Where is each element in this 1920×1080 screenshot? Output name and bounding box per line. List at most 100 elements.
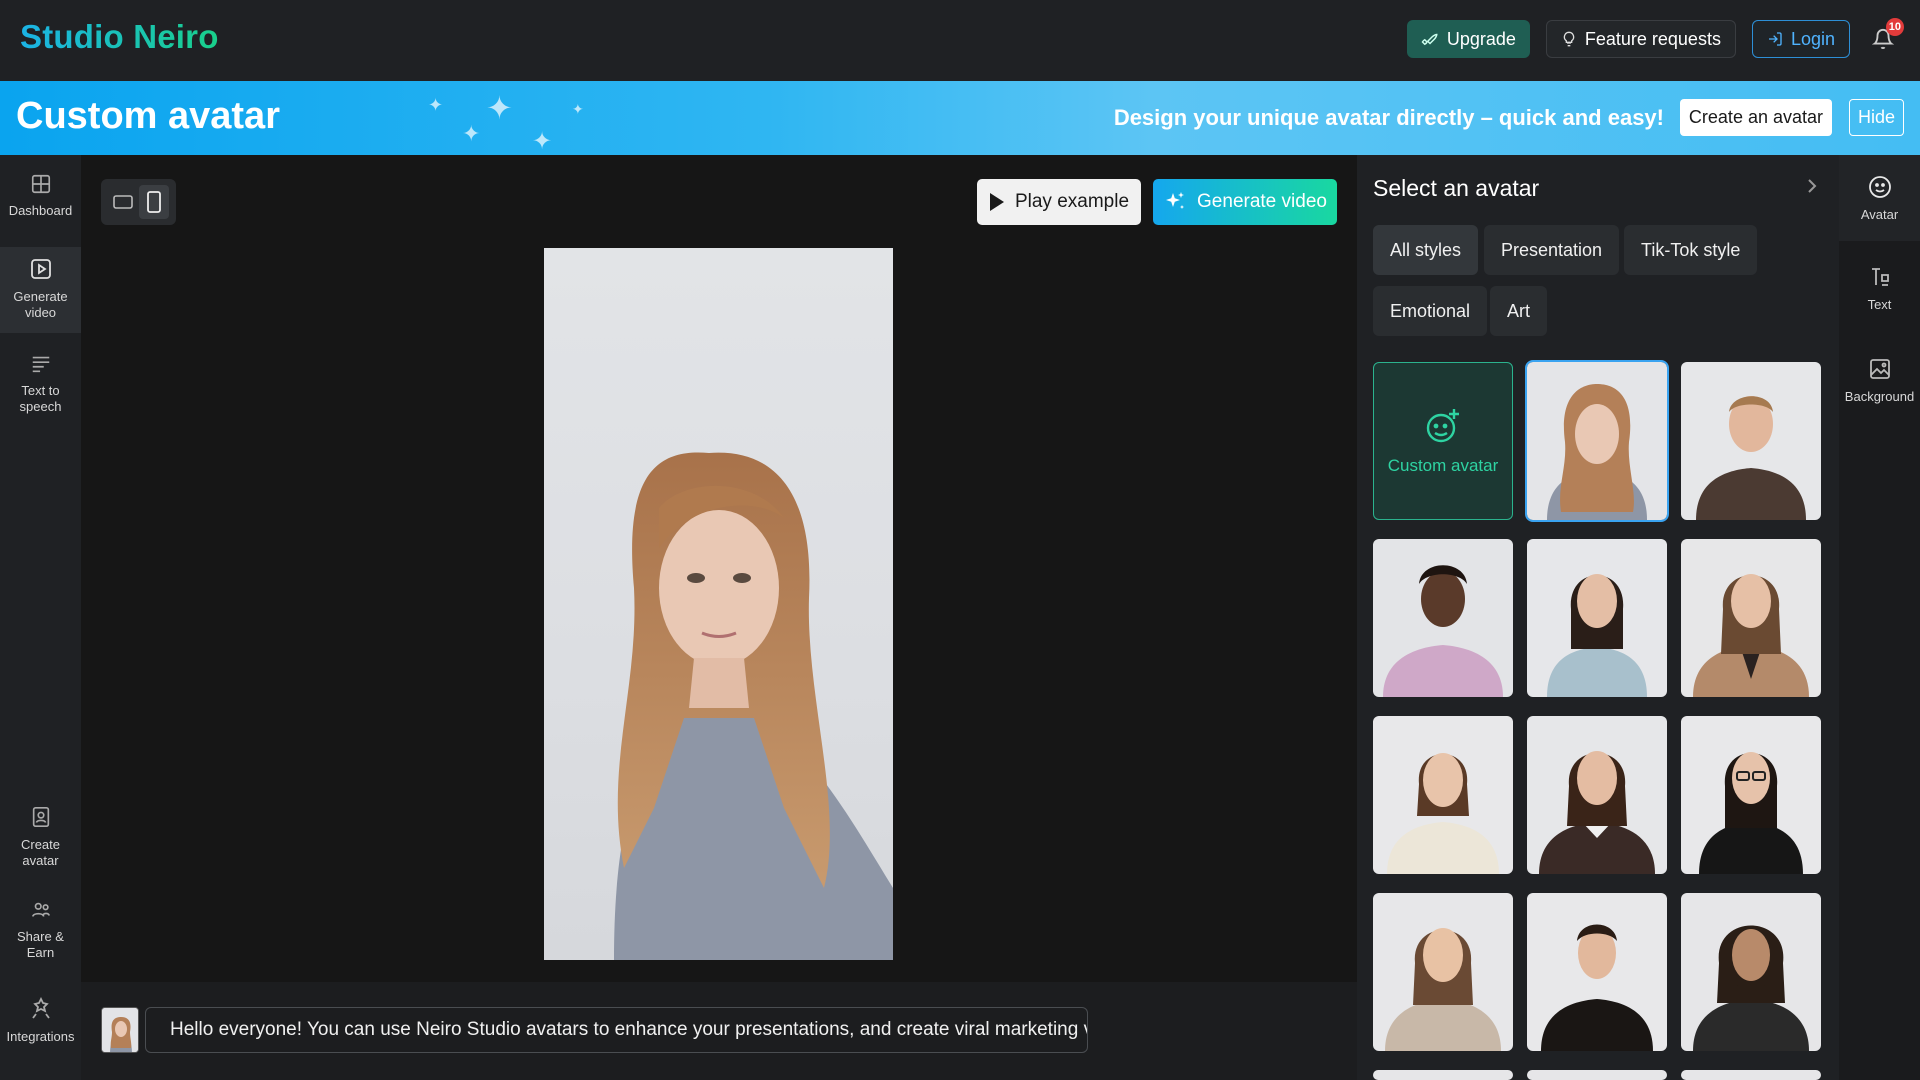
avatar-portrait-image [614,452,893,960]
notification-badge: 10 [1885,18,1904,36]
tool-label: Avatar [1860,207,1899,222]
avatar-image [1681,539,1821,697]
tools-sidebar: Avatar Text Background [1839,155,1920,1080]
sparkle-icon: ✦ [462,121,481,146]
portrait-icon [32,807,49,827]
avatar-card[interactable] [1373,1070,1513,1080]
play-icon [989,193,1004,211]
avatar-image [1373,539,1513,697]
avatar-card[interactable] [1373,893,1513,1051]
filter-emotional[interactable]: Emotional [1373,286,1488,336]
sidebar-item-label: Generate video [13,289,68,320]
banner-title: Custom avatar [16,95,280,137]
avatar-image [1681,362,1821,520]
lines-icon [32,356,49,373]
custom-avatar-card[interactable]: Custom avatar [1373,362,1513,520]
avatar-image [1681,716,1821,874]
play-example-button[interactable]: Play example [977,179,1141,225]
avatar-card[interactable] [1681,716,1821,874]
avatar-image [1527,362,1667,520]
sidebar-item-label: Create avatar [20,837,61,868]
sidebar-item-dashboard[interactable]: Dashboard [0,173,81,237]
script-input[interactable]: Hello everyone! You can use Neiro Studio… [145,1007,1088,1053]
sidebar-item-text-to-speech[interactable]: Text to speech [0,353,81,427]
sparkle-icon: ✦ [572,101,584,117]
create-avatar-button[interactable]: Create an avatar [1679,99,1832,136]
promo-banner: ✦ ✦ ✦ ✦ ✦ Custom avatar Design your uniq… [0,81,1920,155]
notifications-button[interactable]: 10 [1866,18,1904,58]
sidebar-item-label: Share & Earn [17,929,64,960]
feature-requests-button[interactable]: Feature requests [1545,20,1736,58]
play-square-icon [30,259,51,279]
avatar-image [1373,893,1513,1051]
landscape-option[interactable] [108,185,138,219]
sidebar-item-create-avatar[interactable]: Create avatar [0,805,81,879]
sidebar-item-label: Text to speech [19,383,62,414]
sidebar-item-share-earn[interactable]: Share & Earn [0,899,81,969]
generate-video-button[interactable]: Generate video [1153,179,1337,225]
orientation-toggle [101,179,176,225]
avatar-thumbnail-image [102,1008,138,1052]
sparkle-icon: ✦ [428,95,444,115]
avatar-image [1527,893,1667,1051]
avatar-card[interactable] [1681,539,1821,697]
filter-tiktok-style[interactable]: Tik-Tok style [1624,225,1758,275]
collapse-panel-button[interactable] [1805,175,1819,202]
tool-label: Background [1844,389,1915,404]
avatar-card[interactable] [1373,539,1513,697]
tool-avatar[interactable]: Avatar [1839,155,1920,241]
feature-requests-label: Feature requests [1584,28,1721,49]
custom-avatar-label: Custom avatar [1387,456,1499,475]
text-tool-icon [1871,268,1889,286]
avatar-card[interactable] [1373,716,1513,874]
filter-art[interactable]: Art [1490,286,1548,336]
avatar-preview [544,248,893,960]
sparkle-icon: ✦ [532,128,553,155]
avatar-image [1527,716,1667,874]
avatar-card[interactable] [1527,1070,1667,1080]
script-text: Hello everyone! You can use Neiro Studio… [170,1019,1088,1040]
upgrade-label: Upgrade [1446,28,1516,49]
avatar-thumbnail[interactable] [101,1007,139,1053]
filter-presentation[interactable]: Presentation [1484,225,1620,275]
avatar-card[interactable] [1681,893,1821,1051]
avatar-card[interactable] [1527,539,1667,697]
left-sidebar: Dashboard Generate video Text to speech … [0,155,81,1080]
avatar-card[interactable] [1681,1070,1821,1080]
lightbulb-icon [1563,31,1575,47]
editor-canvas: Play example Generate video [81,155,1357,982]
avatar-card[interactable] [1525,360,1669,522]
landscape-icon [112,195,133,209]
login-button[interactable]: Login [1751,20,1850,58]
upgrade-button[interactable]: Upgrade [1406,20,1530,58]
avatar-image [1681,893,1821,1051]
tool-text[interactable]: Text [1839,265,1920,335]
sidebar-item-integrations[interactable]: Integrations [0,997,81,1057]
banner-tagline: Design your unique avatar directly – qui… [1113,105,1664,130]
avatar-card[interactable] [1681,362,1821,520]
smiley-icon [1868,176,1891,198]
filter-all-styles[interactable]: All styles [1373,225,1479,275]
brand-logo[interactable]: Studio Neiro [20,18,219,56]
hide-banner-button[interactable]: Hide [1848,99,1904,136]
login-icon [1768,32,1782,46]
script-bar: Hello everyone! You can use Neiro Studio… [81,982,1357,1080]
generate-video-label: Generate video [1197,191,1327,212]
puzzle-icon [31,997,50,1019]
portrait-option[interactable] [139,185,170,219]
sidebar-item-generate-video[interactable]: Generate video [0,247,81,333]
tool-background[interactable]: Background [1839,357,1920,427]
rocket-icon [1421,33,1438,46]
chevron-right-icon [1808,179,1817,193]
avatar-image [1373,716,1513,874]
users-icon [31,902,50,917]
sparkles-icon [1166,192,1185,209]
panel-title: Select an avatar [1373,175,1540,201]
login-label: Login [1790,28,1835,49]
image-icon [1869,359,1890,379]
avatar-card[interactable] [1527,716,1667,874]
avatar-card[interactable] [1527,893,1667,1051]
sidebar-item-label: Dashboard [8,203,73,218]
sparkle-icon: ✦ [486,90,513,126]
top-actions: Upgrade Feature requests Login 10 [1406,18,1904,58]
